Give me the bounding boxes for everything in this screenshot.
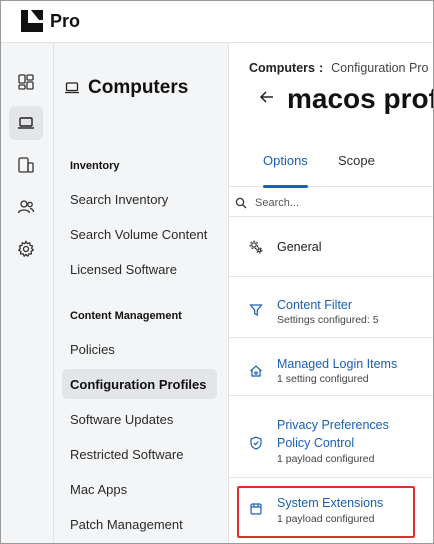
laptop-icon [18,117,34,129]
app-window: Pro Computers Inventory Search Inventory… [0,0,434,544]
payload-row-privacy-preferences[interactable]: Privacy Preferences Policy Control 1 pay… [229,396,433,478]
nav-title: Computers [64,77,188,99]
tab-options[interactable]: Options [263,153,308,168]
rail-computers-button[interactable] [9,106,43,140]
payload-title: General [277,240,322,254]
devices-icon [18,157,34,173]
filter-icon [249,304,263,316]
rail-dashboard-button[interactable] [9,65,43,99]
breadcrumb-root[interactable]: Computers [249,61,315,75]
rail-devices-button[interactable] [9,148,43,182]
breadcrumb: Computers: Configuration Pro [249,61,428,75]
payload-row-managed-login-items[interactable]: Managed Login Items 1 setting configured [229,338,433,396]
page-title: macos prof [287,83,433,114]
nav-item-mac-apps[interactable]: Mac Apps [62,474,217,504]
nav-section-content-management: Content Management [70,310,182,322]
home-icon [250,365,262,377]
breadcrumb-separator: : [318,61,324,75]
breadcrumb-current: Configuration Pro [331,61,429,75]
search-input[interactable] [255,196,425,209]
payload-title: Content Filter [277,298,353,312]
payload-subtitle: 1 payload configured [277,453,375,465]
nav-item-patch-management[interactable]: Patch Management [62,509,217,539]
payload-row-general[interactable]: General [229,217,433,277]
nav-item-search-volume-content[interactable]: Search Volume Content [62,219,217,249]
highlight-box [237,486,415,538]
tab-scope[interactable]: Scope [338,153,375,168]
laptop-icon [65,82,79,94]
top-bar: Pro [1,1,433,43]
active-tab-indicator [263,185,308,188]
rail-users-button[interactable] [9,190,43,224]
payload-title-line1: Privacy Preferences [277,418,389,432]
nav-item-licensed-software[interactable]: Licensed Software [62,254,217,284]
payload-search [229,189,433,217]
main-content: Computers: Configuration Pro macos prof O… [229,43,433,543]
nav-item-search-inventory[interactable]: Search Inventory [62,184,217,214]
users-icon [17,200,35,214]
nav-item-restricted-software[interactable]: Restricted Software [62,439,217,469]
nav-section-inventory: Inventory [70,160,120,172]
gear-icon [17,240,35,258]
payload-title-line2: Policy Control [277,436,355,450]
payload-row-content-filter[interactable]: Content Filter Settings configured: 5 [229,277,433,338]
tab-bar: Options Scope [229,141,433,187]
payload-subtitle: 1 setting configured [277,373,369,385]
nav-item-policies[interactable]: Policies [62,334,217,364]
jamf-logo-icon [21,10,43,32]
brand-name: Pro [50,11,81,31]
dashboard-icon [18,74,34,90]
payload-subtitle: Settings configured: 5 [277,314,379,326]
icon-rail [1,43,54,543]
back-arrow-icon[interactable] [259,89,275,105]
general-settings-icon [249,240,263,254]
payload-title: Managed Login Items [277,357,398,371]
shield-icon [250,436,262,450]
rail-settings-button[interactable] [9,232,43,266]
nav-item-software-updates[interactable]: Software Updates [62,404,217,434]
computers-nav: Computers Inventory Search Inventory Sea… [54,43,229,543]
search-icon [235,197,247,208]
nav-item-configuration-profiles[interactable]: Configuration Profiles [62,369,217,399]
nav-title-text: Computers [88,77,189,98]
